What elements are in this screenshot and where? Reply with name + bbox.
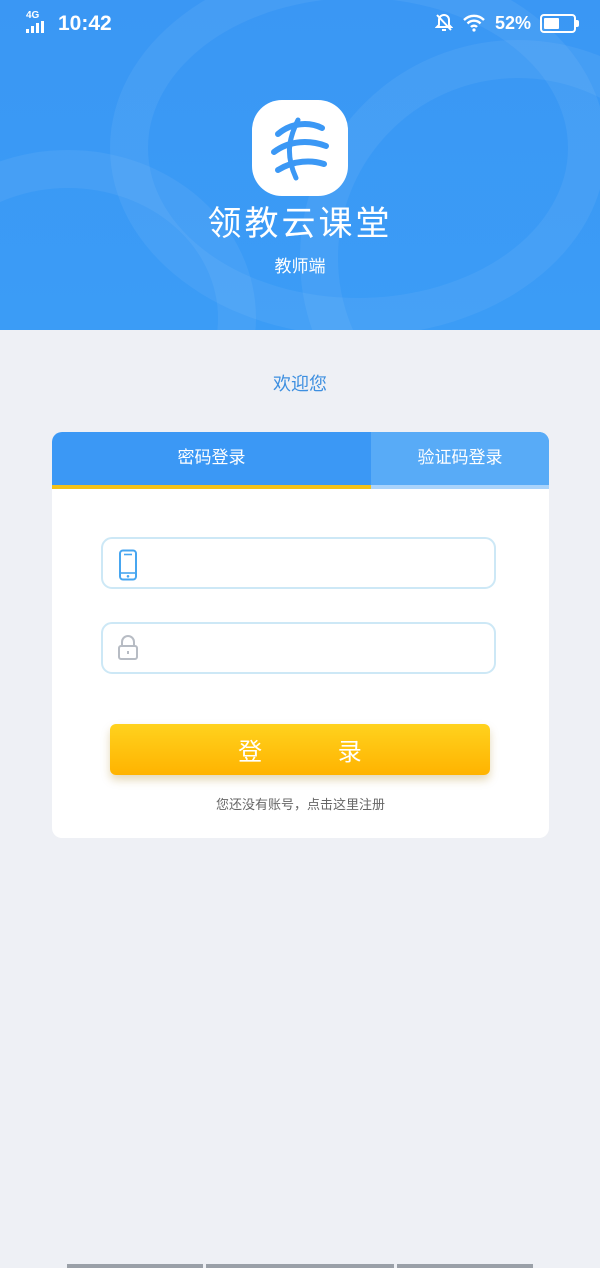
login-button[interactable]: 登 录 bbox=[110, 724, 490, 775]
phone-input[interactable] bbox=[155, 547, 479, 581]
network-type: 4G bbox=[26, 10, 40, 21]
tab-code-login[interactable]: 验证码登录 bbox=[371, 432, 549, 489]
lock-icon bbox=[118, 635, 138, 660]
phone-field[interactable] bbox=[101, 537, 496, 589]
login-card: 密码登录 验证码登录 登 录 您还没有账号，点击这里注册 bbox=[52, 432, 549, 838]
app-logo-icon bbox=[252, 100, 348, 196]
tab-password-login[interactable]: 密码登录 bbox=[52, 432, 371, 489]
header-banner: 4G 10:42 52% 领教云课堂 教师端 bbox=[0, 0, 600, 330]
status-time: 10:42 bbox=[58, 12, 112, 35]
nav-hint-bar bbox=[397, 1264, 533, 1268]
login-tabs: 密码登录 验证码登录 bbox=[52, 432, 549, 489]
app-name: 领教云课堂 bbox=[207, 204, 393, 244]
status-bar: 4G 10:42 52% bbox=[0, 0, 600, 46]
battery-percent: 52% bbox=[494, 12, 531, 33]
nav-hint-bar bbox=[67, 1264, 203, 1268]
phone-icon bbox=[119, 549, 137, 581]
register-link[interactable]: 您还没有账号，点击这里注册 bbox=[52, 794, 549, 813]
wifi-icon bbox=[463, 14, 485, 32]
welcome-text: 欢迎您 bbox=[273, 374, 327, 395]
app-subtitle: 教师端 bbox=[274, 257, 326, 277]
bell-mute-icon bbox=[434, 13, 453, 31]
password-field[interactable] bbox=[101, 622, 496, 674]
password-input[interactable] bbox=[155, 632, 479, 666]
nav-hint-bar bbox=[206, 1264, 394, 1268]
battery-level bbox=[544, 17, 559, 29]
signal-bars-icon bbox=[26, 21, 50, 33]
battery-icon bbox=[540, 13, 579, 33]
